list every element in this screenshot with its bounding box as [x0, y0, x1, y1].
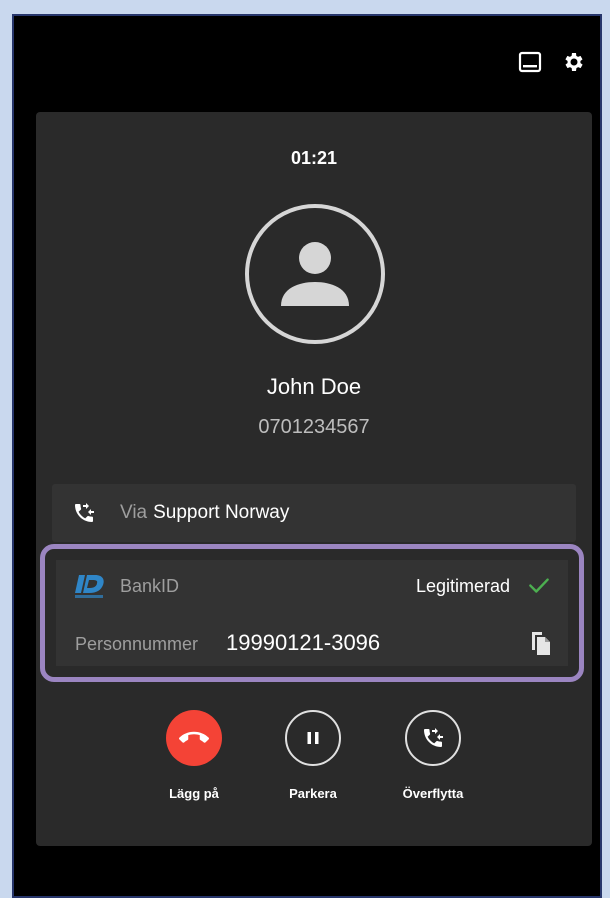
phone-forward-icon	[424, 728, 443, 747]
personnummer-label: Personnummer	[75, 634, 199, 654]
bankid-label: BankID	[120, 576, 180, 596]
caller-name: John Doe	[266, 374, 362, 399]
transfer-action: Överflytta	[378, 710, 488, 801]
check-icon	[526, 572, 552, 603]
screen-icon[interactable]	[516, 48, 544, 76]
call-timer: 01:21	[290, 148, 338, 168]
copy-icon[interactable]	[528, 630, 552, 661]
via-value: Support Norway	[153, 502, 290, 523]
park-label: Parkera	[289, 786, 337, 801]
phone-forward-icon	[72, 501, 102, 525]
bankid-logo	[73, 571, 107, 604]
hangup-label: Lägg på	[169, 786, 219, 801]
personnummer-value: 19990121-3096	[226, 630, 381, 655]
softphone-app: 01:21 John Doe 0701234567 Via Support No…	[12, 14, 602, 898]
verification-status: Legitimerad	[415, 576, 510, 596]
caller-number: 0701234567	[258, 416, 370, 438]
transfer-button[interactable]	[405, 710, 461, 766]
via-row: Via Support Norway	[52, 484, 576, 542]
hangup-button[interactable]	[166, 710, 222, 766]
bankid-highlight: BankID Legitimerad Personnummer 19990121…	[40, 544, 584, 682]
park-action: Parkera	[258, 710, 368, 801]
avatar	[245, 204, 385, 344]
gear-icon[interactable]	[560, 48, 588, 76]
via-label: Via	[120, 502, 148, 523]
park-button[interactable]	[285, 710, 341, 766]
person-icon	[281, 242, 349, 306]
phone-hangup-icon	[179, 731, 209, 743]
pause-icon	[307, 732, 319, 744]
bankid-panel: BankID Legitimerad Personnummer 19990121…	[56, 560, 568, 666]
hangup-action: Lägg på	[139, 710, 249, 801]
transfer-label: Överflytta	[402, 786, 464, 801]
top-toolbar	[516, 48, 588, 76]
